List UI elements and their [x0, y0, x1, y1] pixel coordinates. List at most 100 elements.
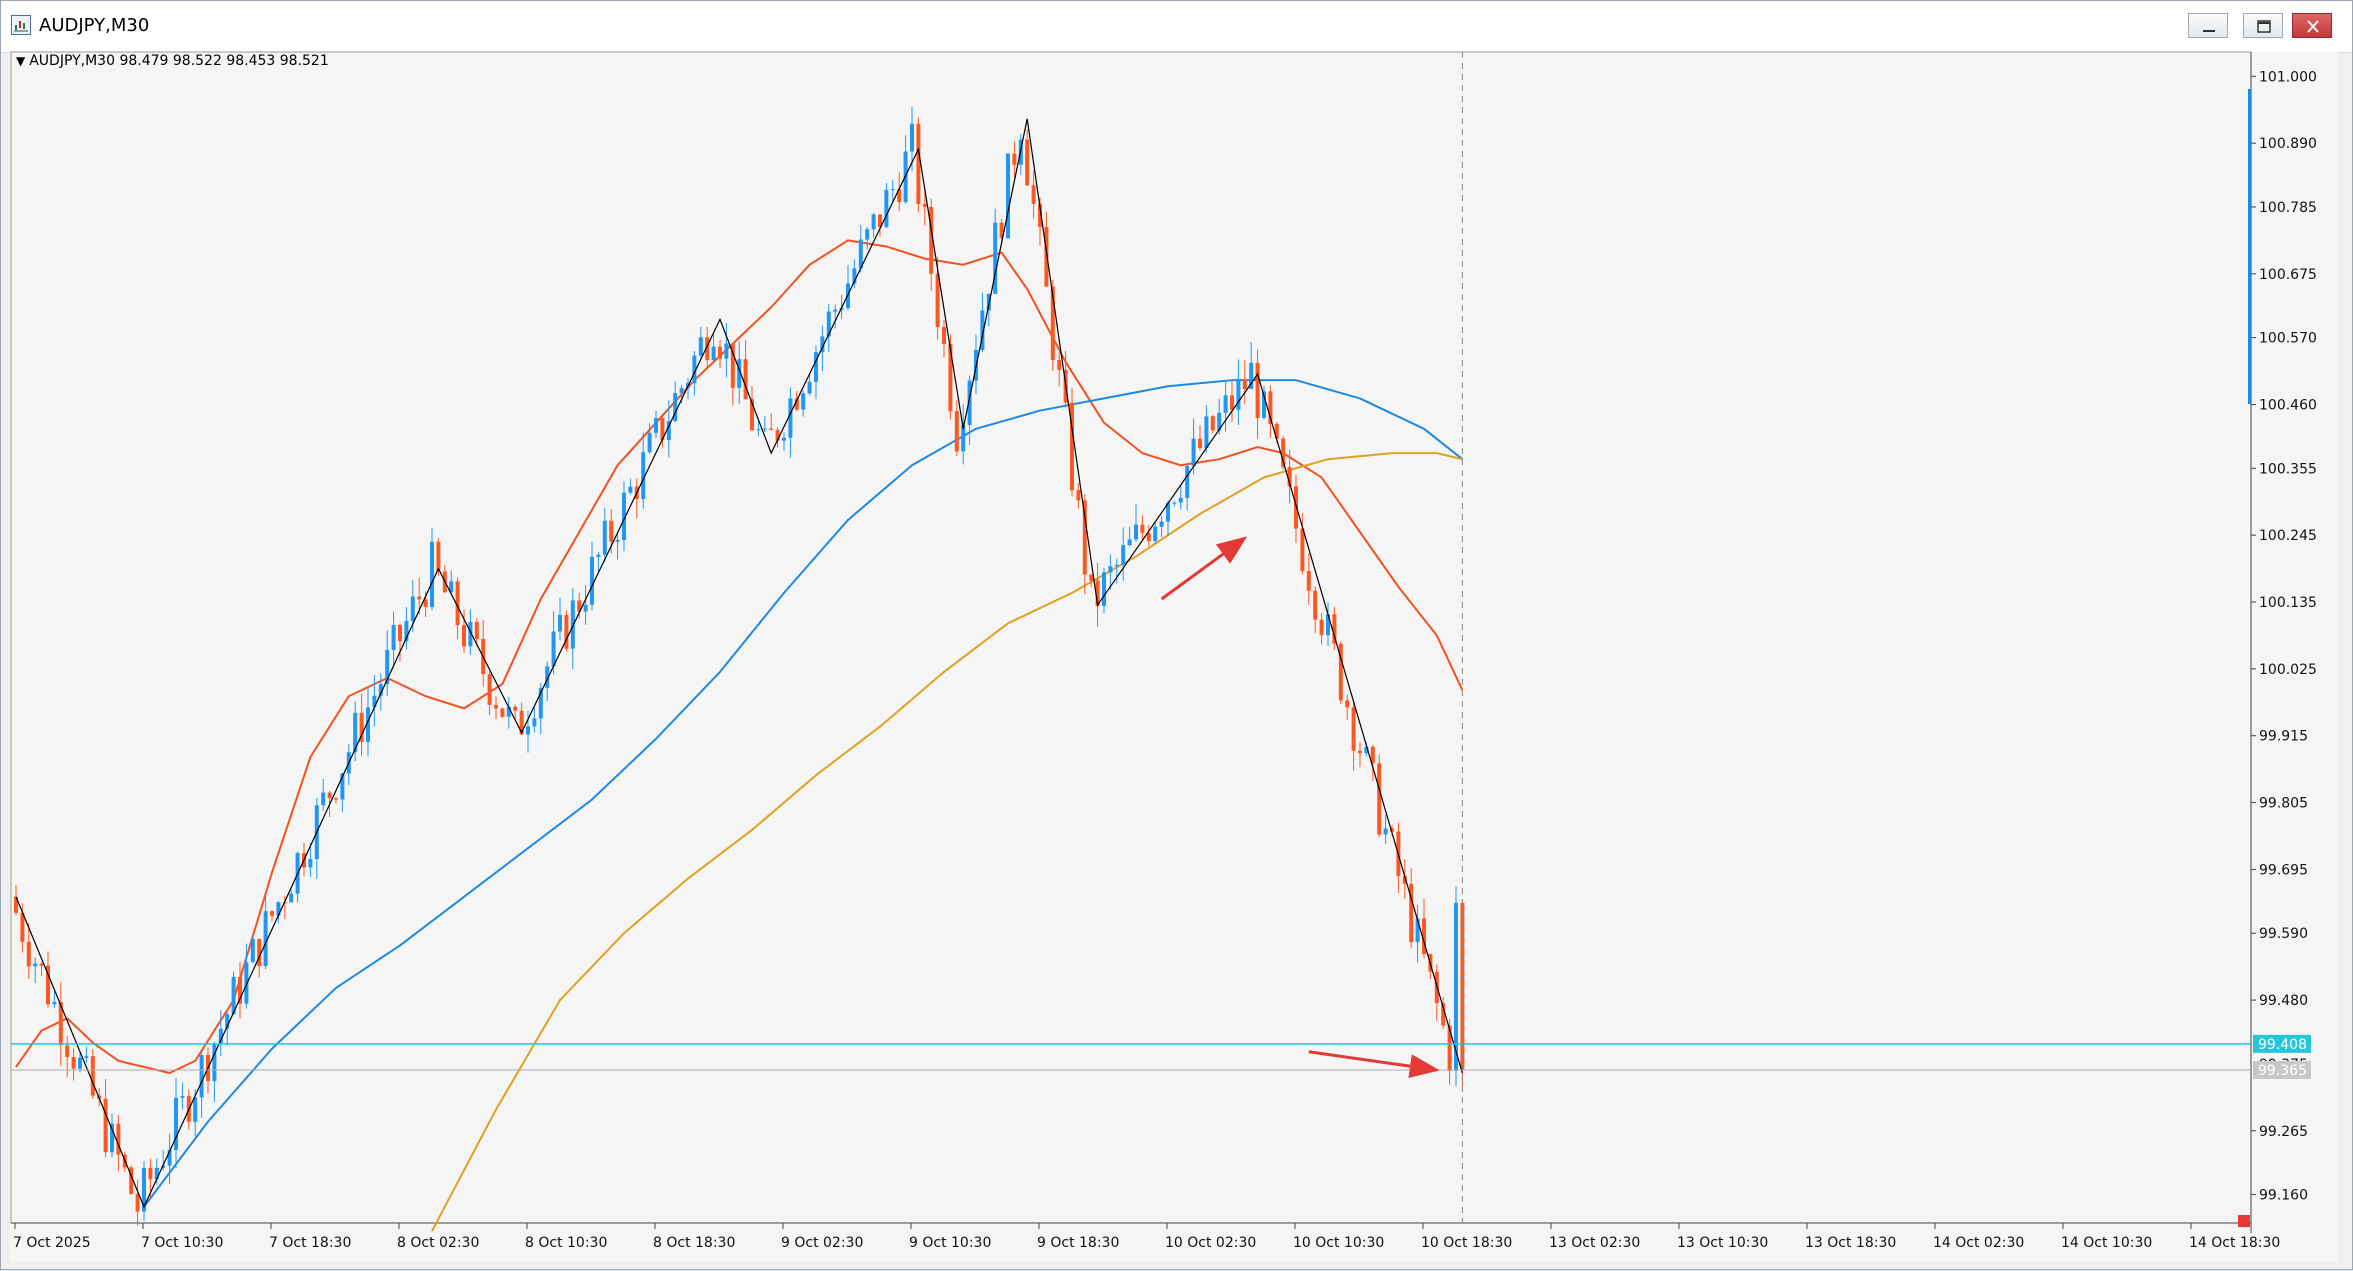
candle-body	[865, 229, 870, 240]
candle	[359, 693, 364, 757]
candle	[1383, 814, 1388, 844]
candle-body	[1191, 438, 1196, 466]
candle	[801, 390, 806, 417]
candle-body	[78, 1057, 82, 1069]
candle-body	[289, 893, 294, 903]
price-tick-label: 100.785	[2259, 200, 2317, 216]
time-tick-label: 8 Oct 10:30	[525, 1235, 607, 1251]
price-tick-label: 100.675	[2259, 267, 2317, 283]
candle-body	[52, 1001, 57, 1005]
candle	[404, 607, 409, 650]
candle	[1332, 606, 1337, 650]
candle	[788, 387, 793, 458]
candle-body	[474, 622, 479, 639]
time-tick-label: 10 Oct 02:30	[1165, 1235, 1256, 1251]
candle	[1313, 586, 1318, 633]
time-tick-label: 14 Oct 18:30	[2189, 1235, 2280, 1251]
candle	[1153, 523, 1158, 545]
candle-body	[647, 432, 652, 453]
candle-body	[1159, 521, 1164, 527]
candle	[449, 570, 454, 594]
candle-body	[33, 963, 38, 967]
annotation-arrow	[1308, 1050, 1440, 1079]
candle-body	[1306, 570, 1311, 591]
candle-body	[654, 418, 658, 433]
candle-body	[257, 938, 262, 967]
time-tick-label: 7 Oct 18:30	[269, 1235, 351, 1251]
candle-body	[1172, 502, 1177, 504]
candle	[1402, 858, 1407, 899]
candle	[846, 265, 850, 311]
candle-body	[116, 1123, 121, 1155]
time-tick-label: 13 Oct 02:30	[1549, 1235, 1640, 1251]
candle	[1140, 515, 1145, 541]
chart-overlays	[11, 52, 2251, 1223]
candle-body	[430, 541, 434, 607]
candle	[122, 1151, 127, 1173]
candle-body	[1140, 524, 1145, 533]
candle-body	[532, 718, 537, 727]
candle-body	[833, 309, 838, 312]
candle	[1422, 898, 1426, 959]
candle	[532, 707, 537, 733]
time-tick-label: 7 Oct 2025	[13, 1235, 91, 1251]
candle-body	[90, 1056, 95, 1096]
candle-body	[558, 614, 562, 632]
candle	[865, 227, 870, 250]
candle-body	[26, 941, 31, 967]
candle	[1236, 359, 1241, 426]
candle-body	[583, 604, 588, 612]
candle	[110, 1113, 114, 1158]
symbol-menu-triangle-icon[interactable]: ▼	[16, 54, 25, 68]
symbol-info: ▼ AUDJPY,M30 98.479 98.522 98.453 98.521	[16, 53, 329, 69]
price-tick-label: 99.265	[2259, 1124, 2308, 1140]
candle-body	[174, 1097, 178, 1150]
time-tick-label: 14 Oct 10:30	[2061, 1235, 2152, 1251]
candle	[1127, 526, 1132, 547]
candle	[1025, 129, 1030, 186]
candle	[698, 326, 703, 358]
candle	[33, 957, 38, 983]
time-tick-label: 9 Oct 10:30	[909, 1235, 991, 1251]
candle	[826, 303, 831, 353]
candle-body	[615, 539, 620, 542]
candle-body	[1300, 528, 1305, 571]
price-tick-label: 99.695	[2259, 862, 2308, 878]
price-chart[interactable]: 101.000 100.890 100.785 100.675 100.570 100.4…	[1, 1, 2353, 1271]
candle	[250, 935, 255, 963]
candle	[180, 1082, 185, 1110]
candle-body	[1383, 828, 1388, 835]
price-tick-label: 100.135	[2259, 595, 2317, 611]
candle-body	[807, 381, 812, 394]
candle-body	[1121, 545, 1126, 565]
price-tick-label: 101.000	[2259, 69, 2317, 85]
candle-body	[1044, 226, 1049, 287]
candle	[1319, 613, 1324, 645]
candle-body	[1210, 416, 1215, 431]
candle	[602, 507, 607, 562]
candle	[321, 778, 326, 811]
candle	[871, 213, 876, 238]
candle	[1223, 380, 1228, 432]
candles	[14, 106, 1465, 1226]
candle	[961, 404, 966, 465]
candle	[90, 1049, 95, 1099]
candle	[148, 1158, 153, 1198]
candle	[1460, 900, 1465, 1089]
candle-body	[1236, 378, 1241, 410]
candle-body	[398, 625, 402, 642]
candle	[718, 340, 722, 368]
candle	[314, 798, 319, 879]
candle	[1230, 381, 1234, 423]
time-tick-label: 9 Oct 18:30	[1037, 1235, 1119, 1251]
plot-border	[10, 51, 2252, 1224]
candle	[39, 962, 44, 977]
candle	[174, 1078, 178, 1169]
candle	[1134, 503, 1138, 542]
candle-body	[436, 541, 441, 572]
candle-body	[103, 1098, 108, 1153]
price-axis: 101.000 100.890 100.785 100.675 100.570 100.4…	[2238, 69, 2317, 1227]
time-tick-label: 8 Oct 02:30	[397, 1235, 479, 1251]
candle	[1434, 964, 1439, 1022]
candle-body	[1134, 524, 1138, 540]
